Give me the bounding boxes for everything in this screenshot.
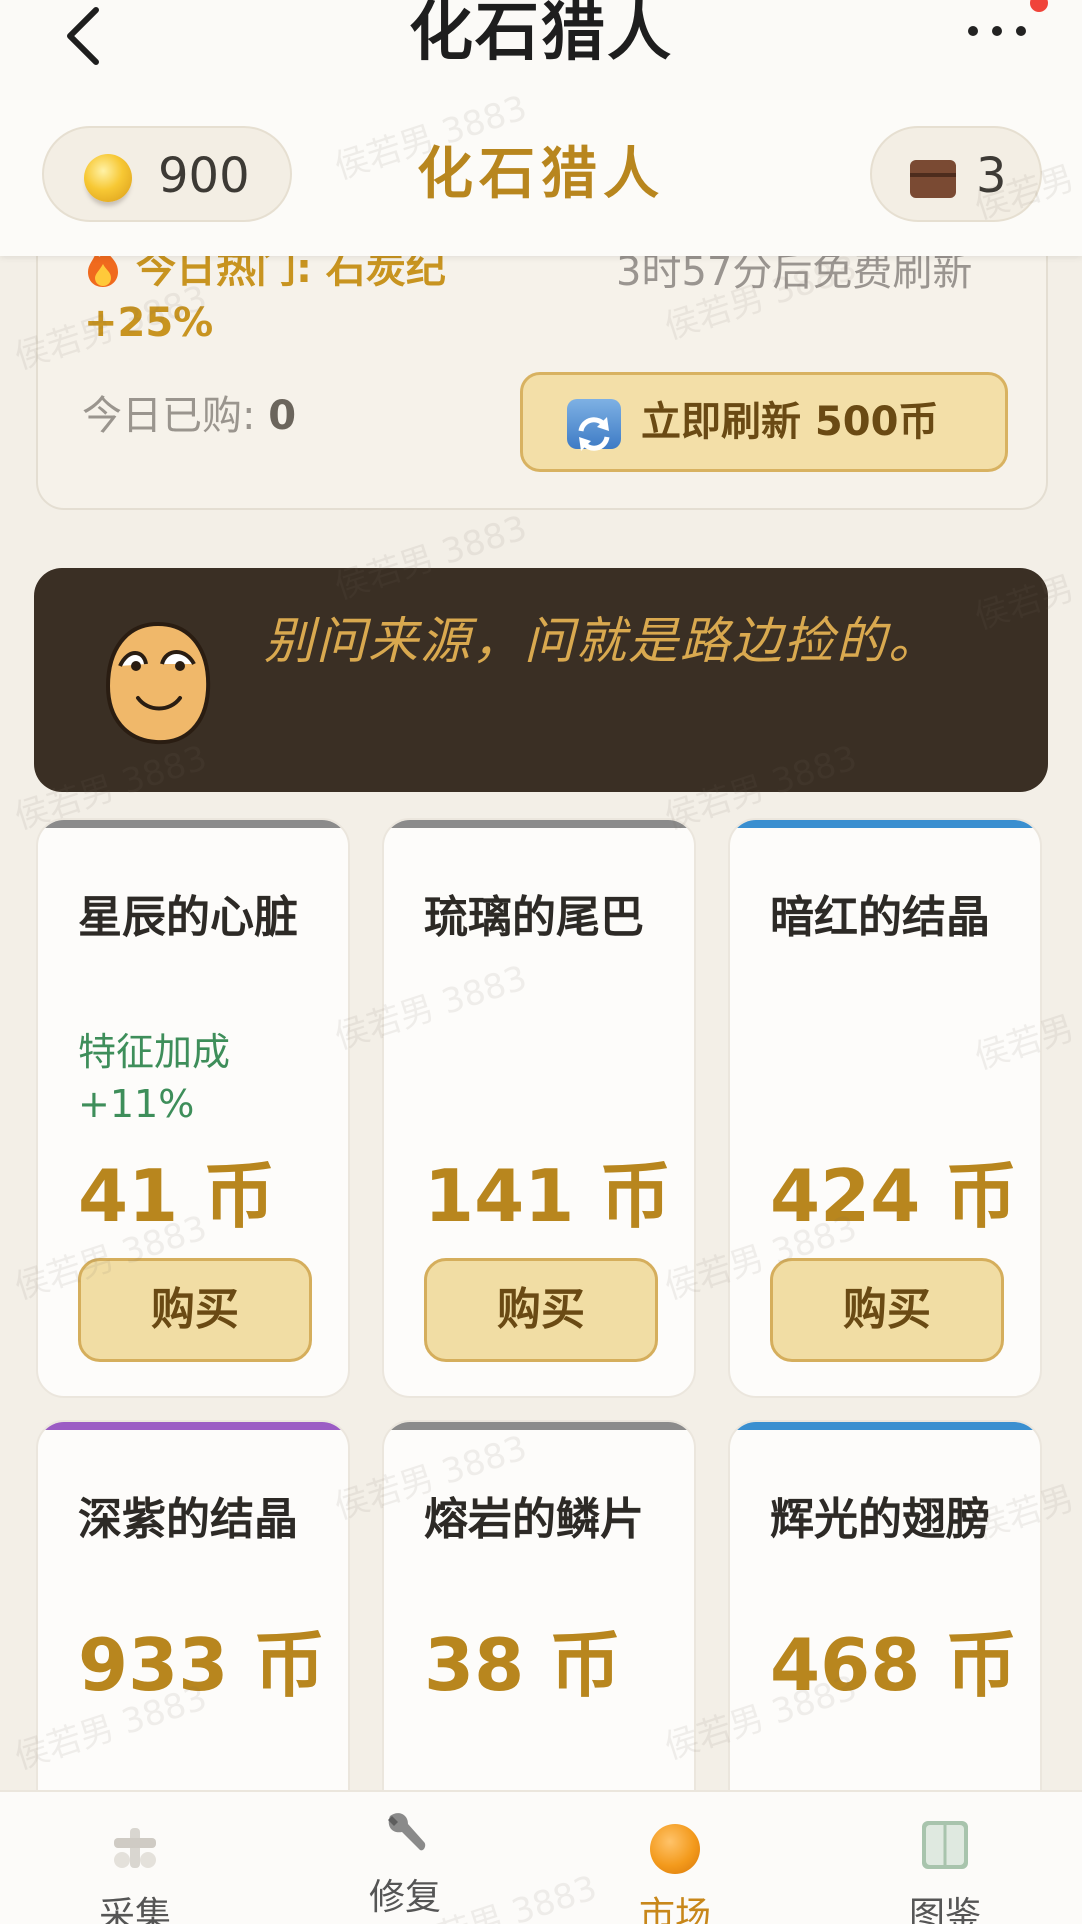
game-header: 900 化石猎人 3 [0,100,1082,256]
item-card: 星辰的心脏特征加成 +11% 41 币购买 [36,818,350,1398]
merchant-quote: 别问来源，问就是路边捡的。 [264,612,940,670]
tab-restore[interactable]: 修复 [270,1792,540,1924]
page-title: 化石猎人 [409,0,673,70]
tab-collect-label: 采集 [98,1895,171,1924]
rarity-stripe [384,1422,694,1430]
more-menu-icon[interactable] [964,22,1030,38]
rarity-stripe [730,1422,1040,1430]
hot-era-text: 今日热门: 石炭纪 +25% [84,246,446,346]
item-price: 41 币 [78,1154,276,1238]
buy-button[interactable]: 购买 [424,1258,658,1362]
coin-icon [650,1824,700,1874]
tab-collection-label: 图鉴 [908,1895,981,1924]
refresh-now-button[interactable]: 立即刷新 500币 [520,372,1008,472]
item-price: 141 币 [424,1154,672,1238]
item-card: 暗红的结晶 424 币购买 [728,818,1042,1398]
dig-icon [114,1828,156,1868]
chest-counter[interactable]: 3 [870,126,1042,222]
bought-today: 今日已购: 0 [82,388,296,444]
item-price: 424 币 [770,1154,1018,1238]
bought-today-count: 0 [268,393,297,439]
chest-count: 3 [976,148,1007,204]
item-name: 辉光的翅膀 [770,1494,990,1545]
refresh-icon [567,399,621,451]
tab-market-label: 市场 [638,1895,711,1924]
rarity-stripe [38,1422,348,1430]
item-name: 熔岩的鳞片 [424,1494,644,1545]
item-name: 深紫的结晶 [78,1494,298,1545]
tab-collection[interactable]: 图鉴 [810,1792,1080,1924]
book-icon [922,1821,968,1869]
tab-collect[interactable]: 采集 [0,1792,270,1924]
bought-today-label: 今日已购: [82,393,269,439]
item-card: 琉璃的尾巴 141 币购买 [382,818,696,1398]
buy-button[interactable]: 购买 [78,1258,312,1362]
item-price: 468 币 [770,1623,1018,1707]
merchant-quote-banner: 别问来源，问就是路边捡的。 [34,568,1048,792]
item-name: 暗红的结晶 [770,892,990,943]
navigation-bar: 化石猎人 [0,0,1082,100]
refresh-now-label: 立即刷新 500币 [641,399,939,445]
bottom-tab-bar: 采集 修复 市场 图鉴 [0,1790,1082,1924]
hot-era-label: 今日热门: 石炭纪 +25% [84,242,544,350]
item-name: 星辰的心脏 [78,892,298,943]
item-name: 琉璃的尾巴 [424,892,644,943]
item-card: 熔岩的鳞片 38 币 [382,1420,696,1840]
item-price: 38 币 [424,1623,622,1707]
merchant-face-icon [105,621,211,745]
rarity-stripe [730,820,1040,828]
rarity-stripe [384,820,694,828]
tab-restore-label: 修复 [368,1877,441,1918]
wrench-icon [388,1813,426,1851]
item-card: 辉光的翅膀 468 币 [728,1420,1042,1840]
item-bonus: 特征加成 +11% [78,1030,231,1126]
rarity-stripe [38,820,348,828]
item-price: 933 币 [78,1623,326,1707]
item-card: 深紫的结晶 933 币 [36,1420,350,1840]
treasure-chest-icon [910,160,956,198]
tab-market[interactable]: 市场 [540,1792,810,1924]
buy-button[interactable]: 购买 [770,1258,1004,1362]
